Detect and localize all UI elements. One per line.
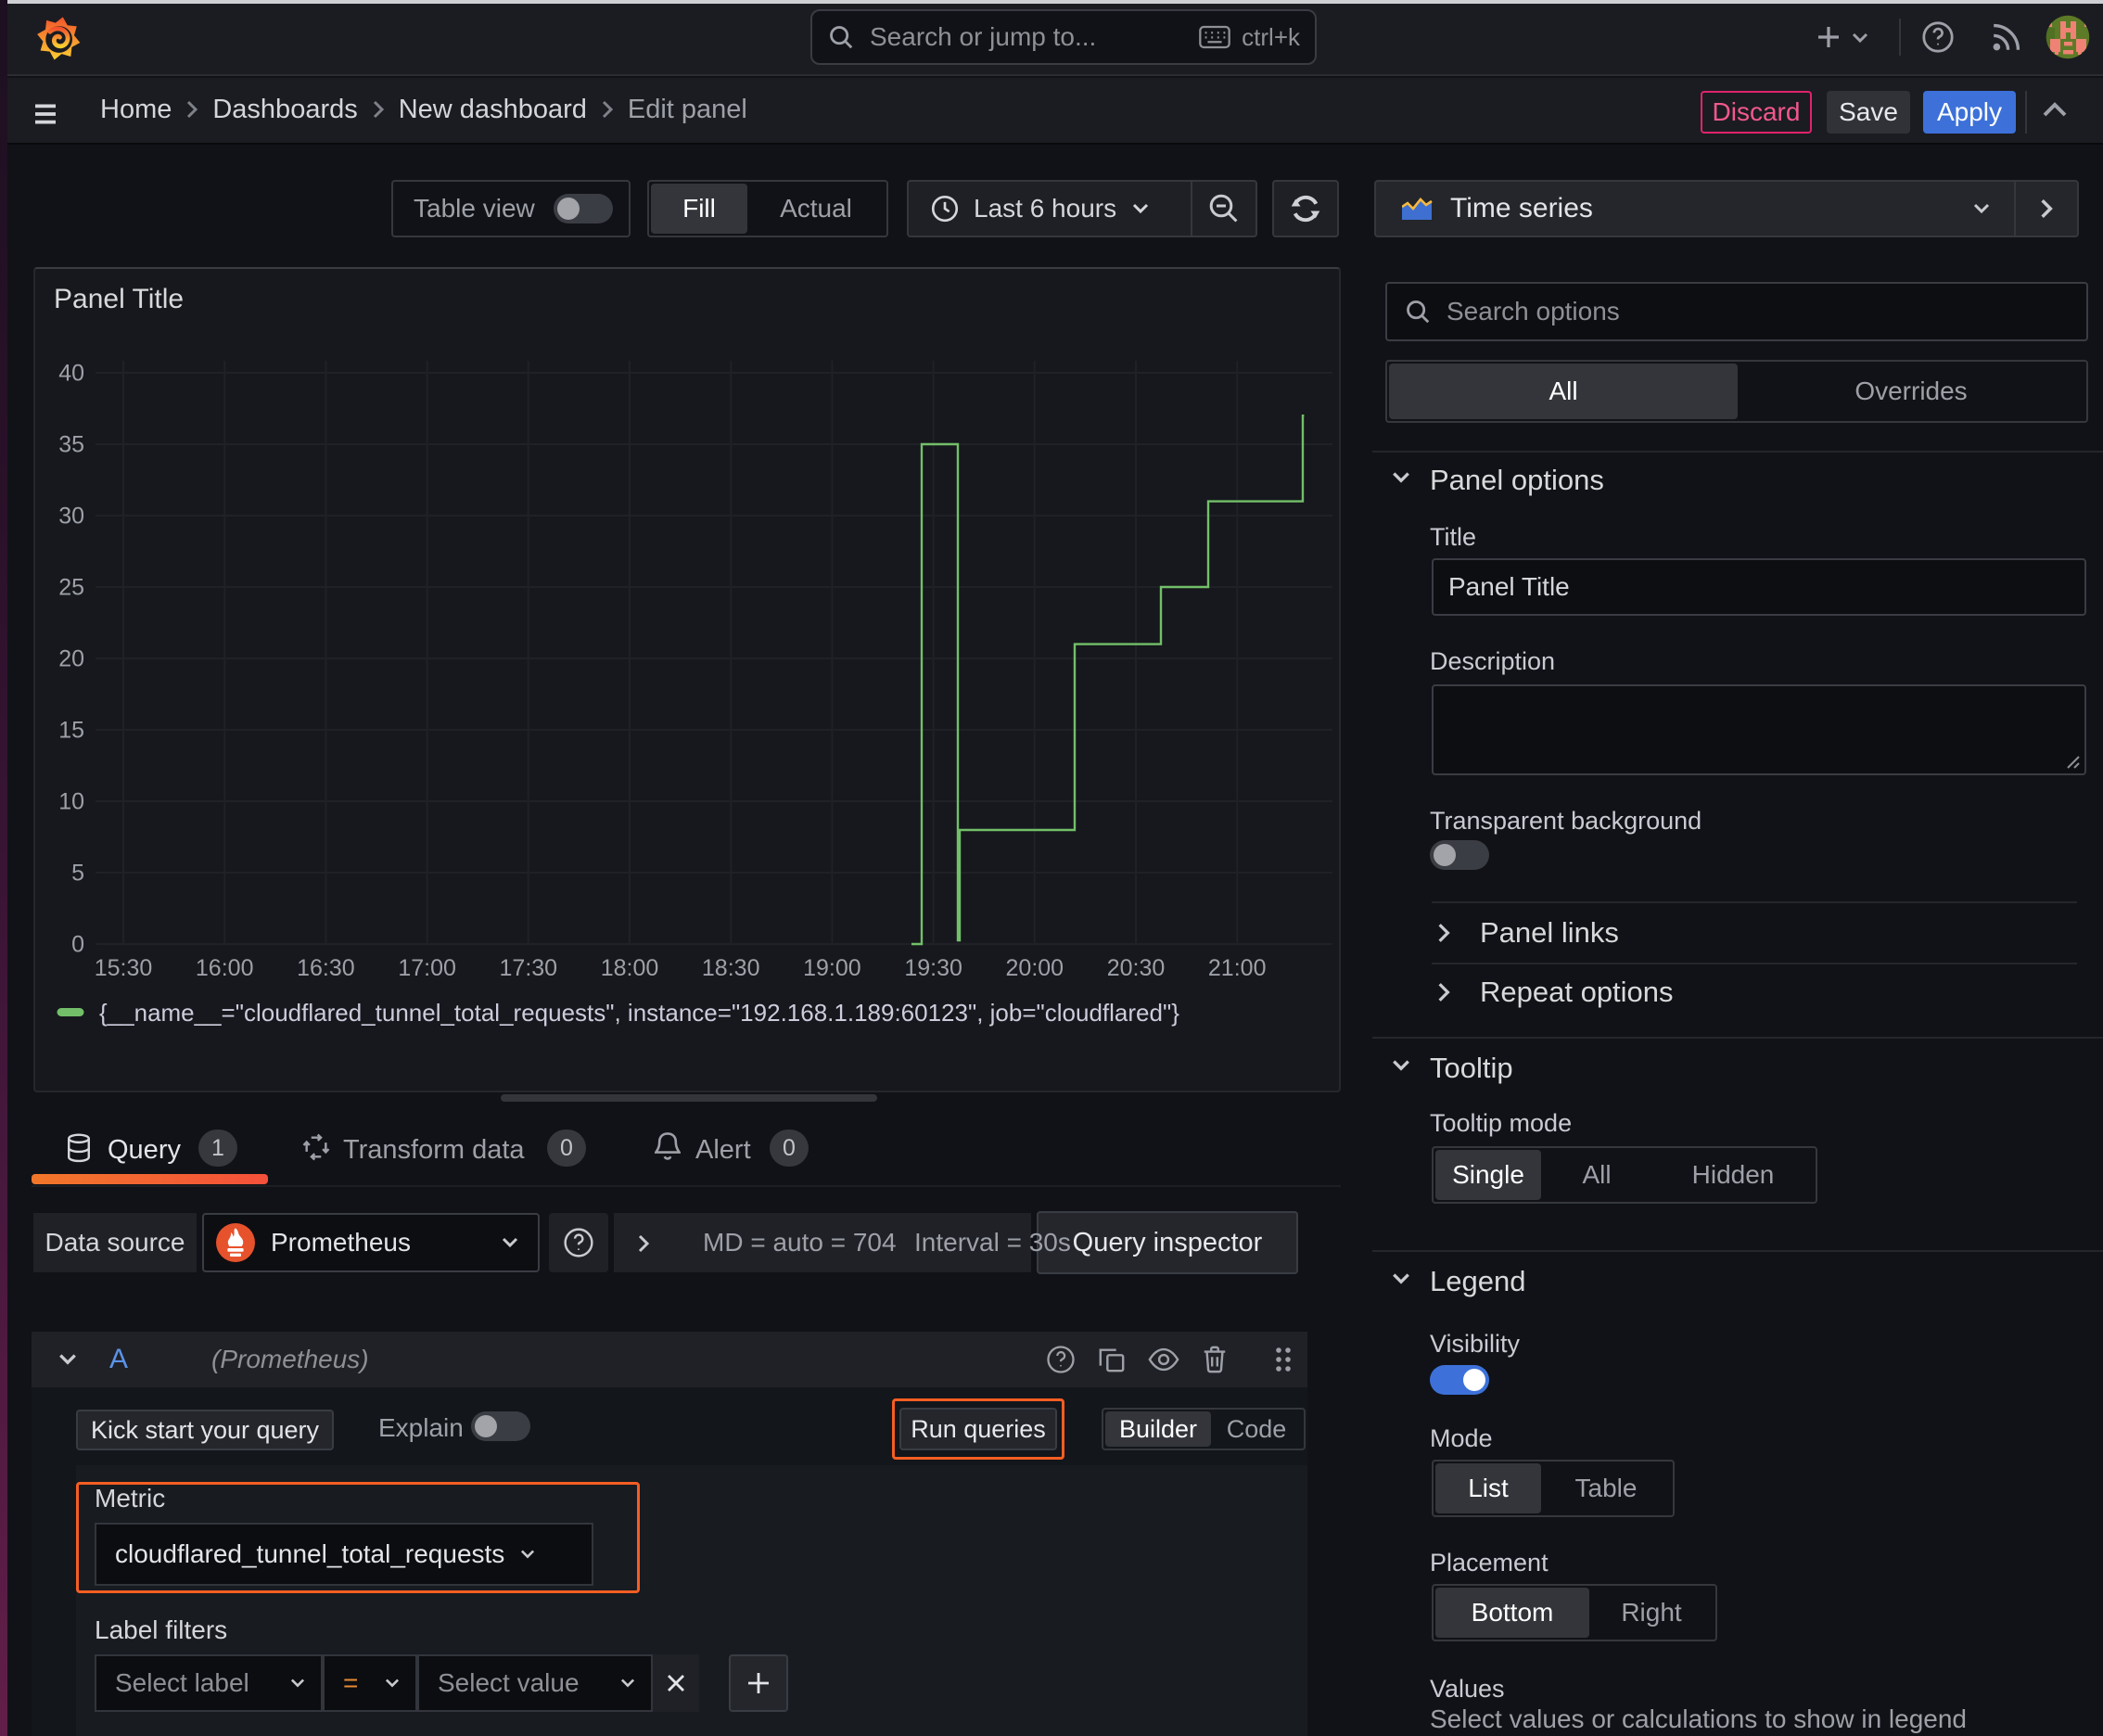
svg-text:15:30: 15:30 xyxy=(95,955,153,981)
svg-text:35: 35 xyxy=(58,432,84,458)
svg-text:{__name__="cloudflared_tunnel_: {__name__="cloudflared_tunnel_total_requ… xyxy=(99,999,1179,1027)
svg-text:19:00: 19:00 xyxy=(803,955,861,981)
svg-text:15: 15 xyxy=(58,718,84,744)
svg-text:18:00: 18:00 xyxy=(601,955,659,981)
svg-text:5: 5 xyxy=(71,861,84,887)
svg-text:0: 0 xyxy=(71,932,84,958)
svg-text:10: 10 xyxy=(58,789,84,815)
svg-text:20:00: 20:00 xyxy=(1006,955,1064,981)
svg-text:20: 20 xyxy=(58,646,84,672)
svg-text:17:00: 17:00 xyxy=(398,955,456,981)
svg-text:16:30: 16:30 xyxy=(297,955,355,981)
svg-text:19:30: 19:30 xyxy=(904,955,962,981)
svg-text:25: 25 xyxy=(58,575,84,601)
svg-text:21:00: 21:00 xyxy=(1208,955,1267,981)
svg-text:30: 30 xyxy=(58,504,84,530)
svg-text:18:30: 18:30 xyxy=(702,955,760,981)
svg-text:17:30: 17:30 xyxy=(500,955,558,981)
svg-text:40: 40 xyxy=(58,361,84,387)
svg-text:20:30: 20:30 xyxy=(1107,955,1166,981)
svg-text:16:00: 16:00 xyxy=(196,955,254,981)
